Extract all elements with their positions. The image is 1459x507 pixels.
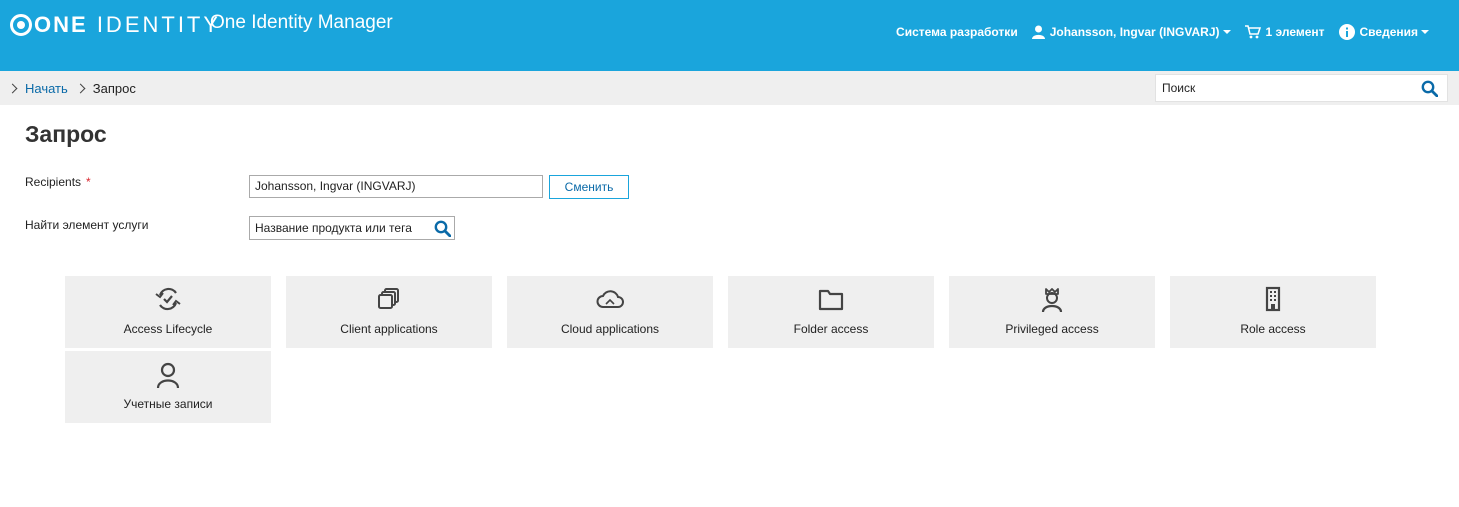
page-title: Запрос xyxy=(25,121,107,147)
apps-icon xyxy=(378,288,399,309)
lifecycle-icon xyxy=(155,287,181,311)
tile-label: Cloud applications xyxy=(560,322,660,336)
app-header: ONE IDENTITY One Identity Manager Систем… xyxy=(0,0,1459,71)
person-icon xyxy=(156,362,180,389)
tile-label: Folder access xyxy=(793,322,869,336)
logo-word-identity: IDENTITY xyxy=(96,12,222,37)
search-icon[interactable] xyxy=(1421,80,1438,97)
recipients-label: Recipients xyxy=(25,175,82,189)
chevron-down-icon xyxy=(1222,30,1231,34)
folder-icon xyxy=(818,289,844,311)
tile-role-access[interactable]: Role access xyxy=(1170,276,1376,348)
breadcrumb: Начать Запрос xyxy=(7,81,136,96)
change-recipient-button[interactable]: Сменить xyxy=(549,175,629,199)
system-menu[interactable]: Система разработки xyxy=(896,25,1018,39)
user-name: Johansson, Ingvar (INGVARJ) xyxy=(1049,25,1220,39)
info-label: Сведения xyxy=(1359,25,1418,39)
tile-label: Access Lifecycle xyxy=(123,322,213,336)
chevron-right-icon xyxy=(75,83,86,94)
tile-cloud-applications[interactable]: Cloud applications xyxy=(507,276,713,348)
cart-count: 1 элемент xyxy=(1265,25,1325,39)
cloud-icon xyxy=(596,290,624,308)
breadcrumb-current: Запрос xyxy=(92,81,136,96)
tile-label: Privileged access xyxy=(1005,322,1099,336)
tile-access-lifecycle[interactable]: Access Lifecycle xyxy=(65,276,271,348)
tile-label: Role access xyxy=(1240,322,1306,336)
chevron-right-icon xyxy=(7,83,18,94)
tile-label: Client applications xyxy=(340,322,438,336)
service-search xyxy=(249,216,455,240)
find-service-label: Найти элемент услуги xyxy=(25,218,149,232)
service-search-input[interactable] xyxy=(250,217,428,239)
privileged-icon xyxy=(1041,288,1063,313)
one-identity-logo[interactable]: ONE IDENTITY xyxy=(10,12,221,38)
logo-word-one: ONE xyxy=(34,12,88,37)
app-title: One Identity Manager xyxy=(210,12,393,33)
logo-ring-icon xyxy=(10,14,32,36)
building-icon xyxy=(1265,286,1281,312)
chevron-down-icon xyxy=(1421,30,1429,34)
search-icon[interactable] xyxy=(434,220,451,237)
header-menu: Система разработки Johansson, Ingvar (IN… xyxy=(882,24,1429,40)
system-label: Система разработки xyxy=(896,25,1018,39)
search-input[interactable] xyxy=(1156,75,1406,101)
recipients-field[interactable]: Johansson, Ingvar (INGVARJ) xyxy=(249,175,543,198)
cart-icon xyxy=(1244,25,1261,39)
user-menu[interactable]: Johansson, Ingvar (INGVARJ) xyxy=(1031,25,1231,39)
info-menu[interactable]: Сведения xyxy=(1338,24,1429,40)
global-search xyxy=(1155,74,1448,102)
tile-privileged-access[interactable]: Privileged access xyxy=(949,276,1155,348)
cart-button[interactable]: 1 элемент xyxy=(1244,25,1325,39)
tile-folder-access[interactable]: Folder access xyxy=(728,276,934,348)
info-icon xyxy=(1338,24,1355,40)
tile-client-applications[interactable]: Client applications xyxy=(286,276,492,348)
breadcrumb-home[interactable]: Начать xyxy=(25,81,68,96)
user-icon xyxy=(1031,25,1045,39)
recipients-label-row: Recipients * xyxy=(25,175,91,189)
breadcrumb-bar: Начать Запрос xyxy=(0,71,1459,105)
tile-accounts[interactable]: Учетные записи xyxy=(65,351,271,423)
tile-label: Учетные записи xyxy=(123,397,213,411)
required-mark: * xyxy=(86,175,91,189)
